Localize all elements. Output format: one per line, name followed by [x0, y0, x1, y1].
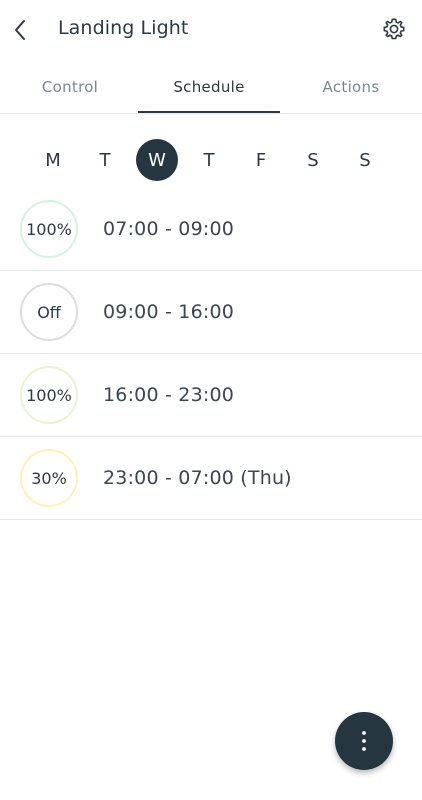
day-sunday[interactable]: S — [344, 139, 386, 181]
active-tab-indicator — [138, 111, 280, 113]
day-tuesday[interactable]: T — [84, 139, 126, 181]
chevron-left-icon — [15, 20, 25, 40]
tab-actions[interactable]: Actions — [281, 60, 421, 113]
day-selector: M T W T F S S — [0, 138, 422, 182]
day-monday[interactable]: M — [32, 139, 74, 181]
time-range: 16:00 - 23:00 — [103, 384, 235, 406]
level-badge: 100% — [20, 200, 78, 258]
level-badge: 30% — [20, 449, 78, 507]
tab-control[interactable]: Control — [0, 60, 140, 113]
level-badge: 100% — [20, 366, 78, 424]
day-thursday[interactable]: T — [188, 139, 230, 181]
more-options-button[interactable] — [335, 712, 393, 770]
app-header: Landing Light — [0, 0, 422, 60]
schedule-item[interactable]: 100% 07:00 - 09:00 — [0, 188, 422, 271]
schedule-item[interactable]: 30% 23:00 - 07:00 (Thu) — [0, 437, 422, 520]
back-button[interactable] — [6, 12, 34, 48]
tab-schedule[interactable]: Schedule — [139, 60, 279, 113]
settings-button[interactable] — [378, 13, 410, 45]
level-badge: Off — [20, 283, 78, 341]
tab-bar: Control Schedule Actions — [0, 60, 422, 114]
schedule-item[interactable]: Off 09:00 - 16:00 — [0, 271, 422, 354]
gear-icon — [383, 18, 405, 40]
day-saturday[interactable]: S — [292, 139, 334, 181]
more-vertical-icon — [362, 731, 366, 751]
time-range: 07:00 - 09:00 — [103, 218, 235, 240]
schedule-list: 100% 07:00 - 09:00 Off 09:00 - 16:00 100… — [0, 188, 422, 520]
day-wednesday[interactable]: W — [136, 139, 178, 181]
time-range: 23:00 - 07:00 (Thu) — [103, 467, 292, 489]
day-friday[interactable]: F — [240, 139, 282, 181]
time-range: 09:00 - 16:00 — [103, 301, 235, 323]
page-title: Landing Light — [58, 17, 189, 39]
schedule-item[interactable]: 100% 16:00 - 23:00 — [0, 354, 422, 437]
